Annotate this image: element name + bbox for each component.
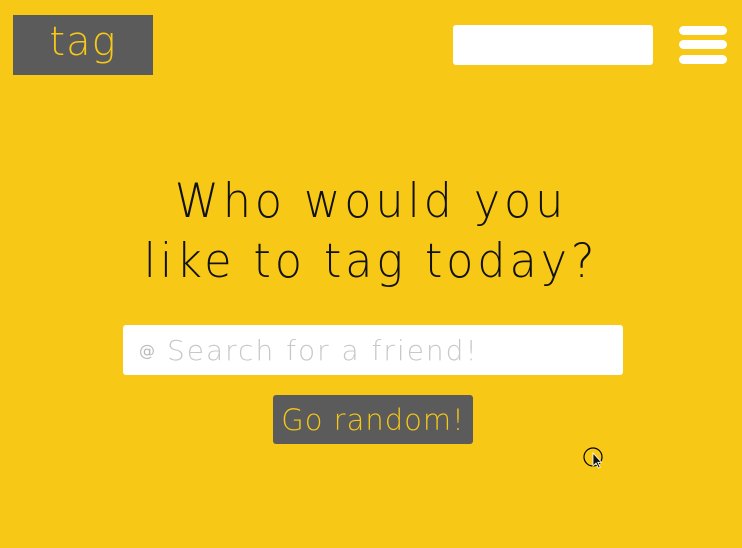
logo-text: tag <box>49 19 117 65</box>
menu-bar <box>679 40 727 49</box>
page: tag Who would you like to tag today? @ G… <box>0 0 742 548</box>
logo[interactable]: tag <box>13 15 153 75</box>
friend-search-box[interactable]: @ <box>123 325 623 375</box>
menu-bar <box>679 26 727 35</box>
header-search-input[interactable] <box>453 25 653 65</box>
menu-bar <box>679 55 727 64</box>
friend-search-input[interactable] <box>167 333 607 367</box>
page-title: Who would you like to tag today? <box>19 172 724 292</box>
headline-line-2: like to tag today? <box>143 234 599 289</box>
at-icon: @ <box>139 340 155 360</box>
mouse-pointer-icon <box>583 447 603 469</box>
hamburger-menu-icon[interactable] <box>679 26 727 64</box>
go-random-button[interactable]: Go random! <box>273 395 473 444</box>
headline-line-1: Who would you <box>174 174 568 229</box>
